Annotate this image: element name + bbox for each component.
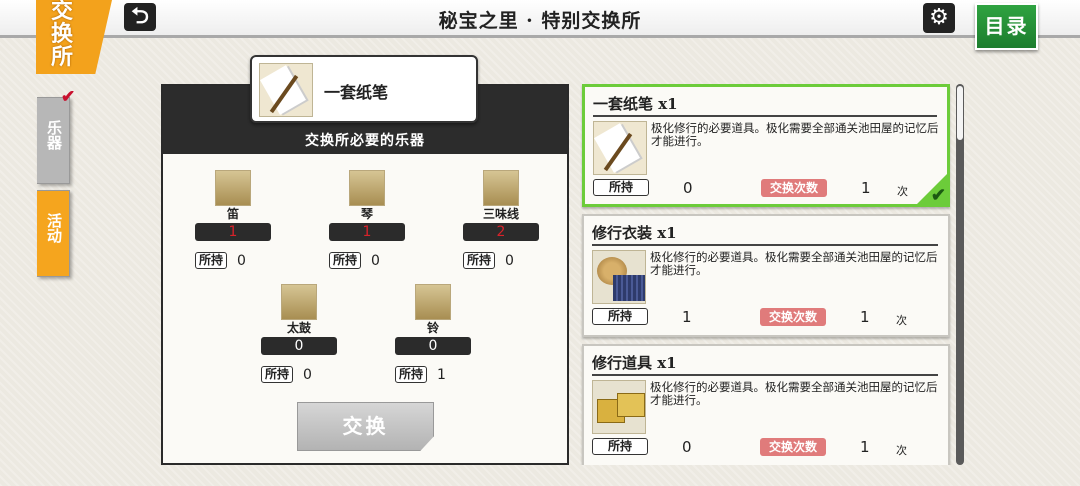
gear-icon: ⚙: [929, 5, 949, 30]
exchange-item-list[interactable]: 一套纸笔 x1 极化修行的必要道具。极化需要全部通关池田屋的记忆后才能进行。 所…: [580, 84, 968, 465]
times-unit: 次: [896, 444, 907, 457]
owned-tag: 所持: [395, 366, 428, 383]
owned-count: 0: [683, 179, 693, 197]
owned-row: 所持 0: [195, 250, 295, 269]
top-bar: 秘宝之里 · 特别交换所: [0, 0, 1080, 38]
instrument-taiko: 太鼓 0 所持 0: [261, 284, 337, 383]
times-unit: 次: [896, 314, 907, 327]
instrument-name: 铃: [426, 321, 439, 335]
owned-row: 所持 0: [261, 364, 361, 383]
divider: [592, 374, 938, 376]
item-name: 修行道具 x1: [592, 354, 677, 372]
exchange-limit-count: 1: [860, 308, 870, 326]
exchange-limit-count: 1: [860, 438, 870, 456]
owned-row: 所持 1: [395, 364, 495, 383]
item-description: 极化修行的必要道具。极化需要全部通关池田屋的记忆后才能进行。: [650, 250, 938, 277]
shop-badge: 交换所: [36, 0, 112, 74]
owned-tag: 所持: [463, 252, 496, 269]
owned-count: 0: [371, 252, 380, 269]
settings-button[interactable]: ⚙: [923, 3, 955, 33]
item-name: 修行衣装 x1: [592, 224, 677, 242]
scrollbar-thumb[interactable]: [957, 86, 963, 140]
owned-count: 1: [682, 308, 692, 326]
selected-item-card: 一套纸笔: [250, 55, 478, 123]
page-title: 秘宝之里 · 特别交换所: [438, 10, 642, 32]
owned-count: 0: [682, 438, 692, 456]
owned-tag: 所持: [593, 179, 649, 196]
instrument-name: 三味线: [482, 207, 519, 221]
owned-row: 所持 0: [463, 250, 563, 269]
owned-count: 0: [303, 366, 312, 383]
divider: [592, 244, 938, 246]
times-unit: 次: [897, 185, 908, 198]
back-arrow-icon: ⮌: [131, 3, 149, 29]
instrument-bell: 铃 0 所持 1: [395, 284, 471, 383]
item-name: 一套纸笔 x1: [593, 95, 678, 113]
paper-brush-icon: [259, 63, 313, 117]
exchange-limit-tag: 交换次数: [761, 179, 827, 197]
menu-button[interactable]: 目录: [975, 3, 1038, 50]
exchange-limit-tag: 交换次数: [760, 308, 826, 326]
instrument-name: 琴: [360, 207, 373, 221]
shop-badge-label: 交换所: [50, 0, 73, 70]
checkmark-icon: ✔: [61, 87, 76, 107]
required-count: 0: [261, 337, 337, 355]
item-description: 极化修行的必要道具。极化需要全部通关池田屋的记忆后才能进行。: [650, 380, 938, 407]
owned-tag: 所持: [592, 438, 648, 455]
exchange-button[interactable]: 交换: [297, 402, 434, 451]
exchange-panel: 交换所必要的乐器 笛 1 所持 0 琴 1 所持 0 三味线 2 所持 0 太鼓 0 …: [161, 84, 569, 465]
required-instruments-heading: 交换所必要的乐器: [305, 133, 425, 149]
checkmark-icon: ✔: [930, 185, 946, 206]
owned-tag: 所持: [592, 308, 648, 325]
item-description: 极化修行的必要道具。极化需要全部通关池田屋的记忆后才能进行。: [651, 121, 939, 148]
list-item[interactable]: 修行道具 x1 极化修行的必要道具。极化需要全部通关池田屋的记忆后才能进行。 所…: [582, 344, 950, 465]
tab-instruments-label: 乐器: [45, 120, 63, 150]
drum-icon: [281, 284, 317, 320]
back-button[interactable]: ⮌: [124, 3, 156, 31]
instrument-name: 太鼓: [286, 321, 311, 335]
owned-tag: 所持: [261, 366, 294, 383]
required-count: 0: [395, 337, 471, 355]
list-scrollbar[interactable]: [956, 84, 964, 465]
required-count: 1: [329, 223, 405, 241]
training-robe-icon: [592, 250, 646, 304]
instrument-flute: 笛 1 所持 0: [195, 170, 271, 269]
item-stats-row: 所持 0 交换次数 1 次: [592, 438, 942, 458]
shamisen-icon: [483, 170, 519, 206]
owned-count: 0: [237, 252, 246, 269]
paper-brush-icon: [593, 121, 647, 175]
owned-count: 1: [437, 366, 446, 383]
tab-events-label: 活动: [45, 213, 63, 243]
required-count: 2: [463, 223, 539, 241]
bell-icon: [415, 284, 451, 320]
list-item[interactable]: 修行衣装 x1 极化修行的必要道具。极化需要全部通关池田屋的记忆后才能进行。 所…: [582, 214, 950, 337]
owned-row: 所持 0: [329, 250, 429, 269]
divider: [593, 115, 937, 117]
item-stats-row: 所持 0 交换次数 1 次: [593, 179, 943, 199]
tab-events[interactable]: 活动: [37, 190, 70, 277]
koto-icon: [349, 170, 385, 206]
training-tools-icon: [592, 380, 646, 434]
owned-count: 0: [505, 252, 514, 269]
selected-item-name: 一套纸笔: [324, 83, 389, 102]
list-item[interactable]: 一套纸笔 x1 极化修行的必要道具。极化需要全部通关池田屋的记忆后才能进行。 所…: [582, 84, 950, 207]
exchange-limit-count: 1: [861, 179, 871, 197]
required-count: 1: [195, 223, 271, 241]
item-stats-row: 所持 1 交换次数 1 次: [592, 308, 942, 328]
exchange-limit-tag: 交换次数: [760, 438, 826, 456]
owned-tag: 所持: [329, 252, 362, 269]
flute-icon: [215, 170, 251, 206]
tab-instruments[interactable]: ✔ 乐器: [37, 87, 75, 184]
instrument-koto: 琴 1 所持 0: [329, 170, 405, 269]
instrument-name: 笛: [226, 207, 239, 221]
instrument-shamisen: 三味线 2 所持 0: [463, 170, 539, 269]
owned-tag: 所持: [195, 252, 228, 269]
